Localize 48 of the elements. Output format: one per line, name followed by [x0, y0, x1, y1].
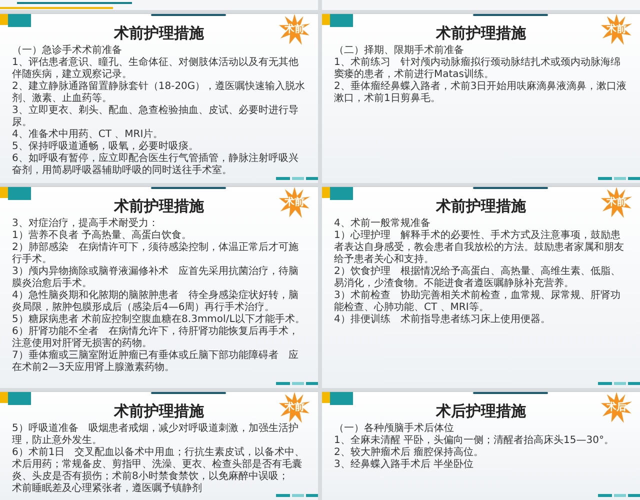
- paragraph: 3、立即更衣、剃头、配血、急查检验抽血、皮试、必要时进行导尿。: [12, 105, 300, 128]
- paragraph: 4、术前一般常规准备: [334, 218, 430, 230]
- paragraph: 6）术前1日 交叉配血以备术中用血；行抗生素皮试，以备术中、术后用药；常规备皮、剪指甲、洗澡、更衣、检查头部是否有毛囊炎、头皮是否有损伤；术前8小时禁食禁饮，以免麻醉中误吸；: [12, 447, 306, 482]
- starburst-badge: 术前: [601, 187, 632, 218]
- starburst-badge: 术后: [601, 392, 632, 423]
- paragraph: 7）垂体瘤或三脑室附近肿瘤已有垂体或丘脑下部功能障碍者 应在术前2—3天应用肾上腺激素药物。: [12, 350, 300, 374]
- paragraph: （一）各种颅脑手术后体位: [334, 423, 454, 434]
- paragraph: 1、术前练习 针对颅内动脉瘤拟行颈动脉结扎术或颈内动脉海绵窦瘘的患者，术前进行Matas训练。: [334, 57, 622, 80]
- corner-stripes: [598, 494, 640, 497]
- paragraph: 2、垂体瘤经鼻蝶入路者，术前3日开始用呋麻滴鼻液滴鼻，漱口液漱口，术前1日剪鼻毛。: [334, 81, 628, 105]
- slide-title: 术后护理措施: [436, 402, 526, 420]
- corner-stripes: [276, 494, 318, 497]
- slide-title: 术前护理措施: [114, 402, 204, 420]
- paragraph: 4）急性脑炎期和化脓期的脑脓肿患者 待全身感染症状好转，脑炎局限，脓肿包膜形成后（感染后4—6周）再行手术治疗。: [12, 290, 300, 314]
- paragraph: 6）肝肾功能不全者 在病情允许下，待肝肾功能恢复后再手术，注意使用对肝肾无损害的药物。: [12, 326, 300, 350]
- paragraph: 3）颅内异物摘除或脑脊液漏修补术 应首先采用抗菌治疗，待脑膜炎治愈后手术。: [12, 266, 300, 290]
- paragraph: 1）心理护理 解释手术的必要性、手术方式及注意事项，鼓励患者表达自身感受，教会患者自我放松的方法。鼓励患者家属和朋友给予患者关心和支持。: [334, 230, 625, 266]
- paragraph: 2、较大肿瘤术后 瘤腔保持高位。: [334, 447, 484, 458]
- paragraph: 4）排便训练 术前指导患者练习床上使用便器。: [334, 314, 550, 326]
- paragraph: 6、如呼吸有暂停，应立即配合医生行气管插管，静脉注射呼吸兴奋剂，用简易呼吸器辅助呼吸的同时送往手术室。: [12, 153, 300, 177]
- corner-stripes: [276, 382, 318, 385]
- paragraph: 2）饮食护理 根据情况给予高蛋白、高热量、高维生素、低脂、易消化，少渣食物。不能进食者遵医嘱静脉补充营养。: [334, 266, 622, 290]
- slide-title: 术前护理措施: [114, 197, 204, 215]
- paragraph: （二）择期、限期手术前准备: [334, 45, 464, 56]
- slide-title: 术前护理措施: [114, 24, 204, 42]
- paragraph: 术前睡眠差及心理紧张者，遵医嘱予镇静剂: [12, 483, 202, 495]
- paragraph: 1、全麻未清醒 平卧，头偏向一侧；清醒者抬高床头15—30°。: [334, 435, 614, 446]
- paragraph: 3、对症治疗，提高手术耐受力：: [12, 218, 158, 230]
- paragraph: 3）术前检查 协助完善相关术前检查，血常规、尿常规、肝肾功能检查、心肺功能、CT 、MRI等。: [334, 290, 622, 314]
- paragraph: 4、准备术中用药、CT 、MRI片。: [12, 129, 164, 140]
- paragraph: 2、建立静脉通路留置静脉套针（18-20G），遵医嘱快速输入脱水剂、激素、止血药等。: [12, 81, 306, 104]
- paragraph: 3、经鼻蝶入路手术后 半坐卧位: [334, 459, 474, 471]
- paragraph: 1、评估患者意识、瞳孔、生命体征、对侧肢体活动以及有无其他伴随疾病，建立观察记录。: [12, 57, 300, 80]
- paragraph: 1）营养不良者 予高热量、高蛋白饮食。: [12, 230, 192, 242]
- slide-title: 术前护理措施: [436, 197, 526, 215]
- paragraph: 5、保持呼吸道通畅，吸氧，必要时吸痰。: [12, 141, 198, 152]
- slide-title: 术前护理措施: [436, 24, 526, 42]
- paragraph: 5）糖尿病患者 术前应控制空腹血糖在8.3mmol/L以下才能手术。: [12, 314, 305, 326]
- corner-stripes: [598, 177, 640, 180]
- starburst-badge: 术前: [279, 187, 310, 218]
- starburst-badge: 术前: [279, 14, 310, 45]
- corner-stripes: [598, 382, 640, 385]
- starburst-badge: 术前: [601, 14, 632, 45]
- starburst-badge: 术前: [279, 392, 310, 423]
- paragraph: （一）急诊手术术前准备: [12, 45, 122, 56]
- paragraph: 5）呼吸道准备 吸烟患者戒烟，减少对呼吸道刺激，加强生活护理，防止意外发生。: [12, 423, 300, 446]
- paragraph: 2）肺部感染 在病情许可下，须待感染控制，体温正常后才可施行手术。: [12, 242, 300, 266]
- corner-stripes: [276, 177, 318, 180]
